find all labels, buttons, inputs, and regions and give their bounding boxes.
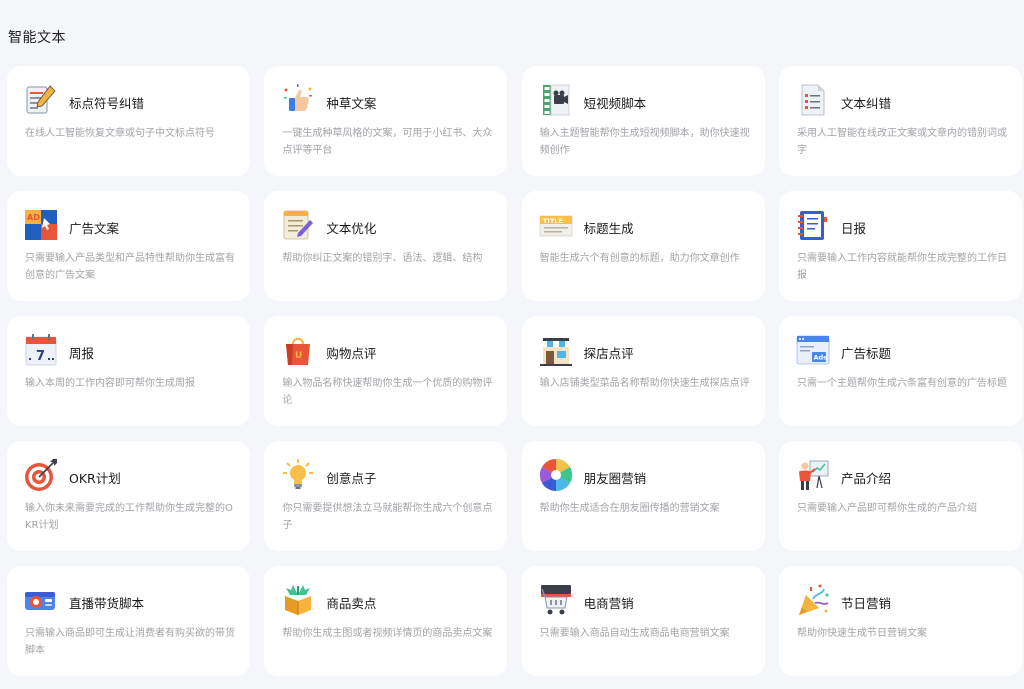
tool-card-weekly-report[interactable]: 7 周报 输入本周的工作内容即可帮你生成周报 — [7, 316, 250, 426]
lightbulb-icon — [281, 458, 315, 492]
card-description: 输入你未来需要完成的工作帮助你生成完整的OKR计划 — [25, 503, 233, 531]
tool-card-product-intro[interactable]: 产品介绍 只需要输入产品即可帮你生成的产品介绍 — [778, 441, 1022, 551]
tool-card-short-video-script[interactable]: 短视频脚本 输入主题智能帮你生成短视频脚本，助你快速视频创作 — [521, 66, 765, 176]
card-title: 产品介绍 — [840, 471, 891, 486]
document-list-icon — [796, 83, 830, 117]
aperture-icon — [539, 458, 573, 492]
storefront-icon — [539, 333, 573, 367]
card-description: 采用人工智能在线改正文案或文章内的错别词或字 — [796, 128, 1007, 156]
card-title: 探店点评 — [583, 346, 634, 361]
shopping-bag-icon: U — [281, 333, 315, 367]
tool-card-text-correction[interactable]: 文本纠错 采用人工智能在线改正文案或文章内的错别词或字 — [778, 66, 1022, 176]
svg-text:AD: AD — [27, 213, 40, 222]
card-description: 帮助你纠正文案的错别字、语法、逻辑、结构 — [282, 253, 483, 264]
tool-card-ad-copy[interactable]: AD 广告文案 只需要输入产品类型和产品特性帮助你生成富有创意的广告文案 — [7, 191, 250, 301]
card-title: 创意点子 — [326, 471, 377, 486]
card-title: 节日营销 — [840, 596, 891, 611]
card-description: 只需一个主题帮你生成六条富有创意的广告标题 — [796, 378, 1007, 389]
card-description: 只需要输入产品即可帮你生成的产品介绍 — [796, 503, 977, 514]
tool-card-daily-report[interactable]: 日报 只需要输入工作内容就能帮你生成完整的工作日报 — [778, 191, 1022, 301]
party-popper-icon — [796, 583, 830, 617]
card-description: 帮助你生成主图或者视频详情页的商品卖点文案 — [282, 628, 493, 639]
card-description: 帮助你快速生成节日营销文案 — [796, 628, 927, 639]
card-description: 输入店铺类型菜品名称帮助你快速生成探店点评 — [539, 378, 750, 389]
card-title: 商品卖点 — [326, 596, 377, 611]
livestream-camera-icon — [24, 583, 58, 617]
target-icon — [24, 458, 58, 492]
tool-card-punctuation-correction[interactable]: 标点符号纠错 在线人工智能恢复文章或句子中文标点符号 — [7, 66, 250, 176]
tool-card-shopping-review[interactable]: U 购物点评 输入物品名称快速帮助你生成一个优质的购物评论 — [264, 316, 508, 426]
card-description: 一键生成种草风格的文案，可用于小红书、大众点评等平台 — [282, 128, 493, 156]
tool-card-grid: 标点符号纠错 在线人工智能恢复文章或句子中文标点符号 种草文案 一键生成种草风格… — [7, 66, 1022, 676]
section-title: 智能文本 — [8, 30, 66, 46]
film-camera-icon — [539, 83, 573, 117]
card-title: 文本优化 — [326, 221, 377, 236]
tool-card-okr-plan[interactable]: OKR计划 输入你未来需要完成的工作帮助你生成完整的OKR计划 — [7, 441, 250, 551]
tool-card-title-generation[interactable]: TITLE 标题生成 智能生成六个有创意的标题，助力你文章创作 — [521, 191, 765, 301]
card-description: 智能生成六个有创意的标题，助力你文章创作 — [539, 253, 740, 264]
tool-card-selling-points[interactable]: 商品卖点 帮助你生成主图或者视频详情页的商品卖点文案 — [264, 566, 508, 676]
card-description: 你只需要提供想法立马就能帮你生成六个创意点子 — [282, 503, 493, 531]
notepad-pencil-icon — [24, 83, 58, 117]
tool-card-holiday-marketing[interactable]: 节日营销 帮助你快速生成节日营销文案 — [778, 566, 1022, 676]
card-title: 标点符号纠错 — [69, 96, 145, 111]
card-title: 朋友圈营销 — [583, 471, 647, 486]
svg-text:TITLE: TITLE — [543, 217, 563, 225]
card-description: 只需输入商品即可生成让消费者有购买欲的带货脚本 — [25, 628, 235, 656]
tool-card-moments-marketing[interactable]: 朋友圈营销 帮助你生成适合在朋友圈传播的营销文案 — [521, 441, 765, 551]
card-title: 广告标题 — [840, 346, 891, 361]
card-description: 输入物品名称快速帮助你生成一个优质的购物评论 — [282, 378, 493, 406]
tool-card-creative-ideas[interactable]: 创意点子 你只需要提供想法立马就能帮你生成六个创意点子 — [264, 441, 508, 551]
card-description: 只需要输入商品自动生成商品电商营销文案 — [539, 628, 730, 639]
note-pen-icon — [281, 208, 315, 242]
card-description: 帮助你生成适合在朋友圈传播的营销文案 — [539, 503, 720, 514]
card-description: 输入本周的工作内容即可帮你生成周报 — [25, 378, 195, 389]
tool-card-recommendation-copy[interactable]: 种草文案 一键生成种草风格的文案，可用于小红书、大众点评等平台 — [264, 66, 508, 176]
card-title: 标题生成 — [583, 221, 634, 236]
tool-card-ecommerce-marketing[interactable]: 电商营销 只需要输入商品自动生成商品电商营销文案 — [521, 566, 765, 676]
tool-card-text-optimization[interactable]: 文本优化 帮助你纠正文案的错别字、语法、逻辑、结构 — [264, 191, 508, 301]
thumbs-up-icon — [281, 83, 315, 117]
tool-card-ad-title[interactable]: Ads 广告标题 只需一个主题帮你生成六条富有创意的广告标题 — [778, 316, 1022, 426]
gift-box-icon — [281, 583, 315, 617]
title-tag-icon: TITLE — [539, 208, 573, 242]
presenter-icon — [796, 458, 830, 492]
card-title: 文本纠错 — [840, 96, 891, 111]
card-title: 种草文案 — [326, 96, 377, 111]
card-description: 只需要输入产品类型和产品特性帮助你生成富有创意的广告文案 — [25, 253, 235, 281]
card-title: 周报 — [69, 346, 95, 361]
tool-card-store-review[interactable]: 探店点评 输入店铺类型菜品名称帮助你快速生成探店点评 — [521, 316, 765, 426]
card-title: 购物点评 — [326, 346, 377, 361]
card-title: 日报 — [840, 221, 866, 236]
card-description: 只需要输入工作内容就能帮你生成完整的工作日报 — [796, 253, 1007, 281]
card-description: 在线人工智能恢复文章或句子中文标点符号 — [25, 128, 215, 139]
card-title: OKR计划 — [69, 471, 121, 486]
notebook-icon — [796, 208, 830, 242]
shopping-cart-icon — [539, 583, 573, 617]
calendar-icon: 7 — [24, 333, 58, 367]
card-title: 短视频脚本 — [583, 96, 647, 111]
ads-label: Ads — [813, 354, 827, 362]
ad-board-icon: AD — [24, 208, 58, 242]
card-title: 直播带货脚本 — [69, 596, 145, 611]
ads-window-icon: Ads — [796, 333, 830, 367]
card-description: 输入主题智能帮你生成短视频脚本，助你快速视频创作 — [539, 128, 750, 156]
tool-card-livestream-script[interactable]: 直播带货脚本 只需输入商品即可生成让消费者有购买欲的带货脚本 — [7, 566, 250, 676]
svg-text:U: U — [295, 351, 302, 361]
card-title: 电商营销 — [583, 596, 634, 611]
calendar-day-number: 7 — [36, 349, 45, 364]
card-title: 广告文案 — [69, 221, 120, 236]
